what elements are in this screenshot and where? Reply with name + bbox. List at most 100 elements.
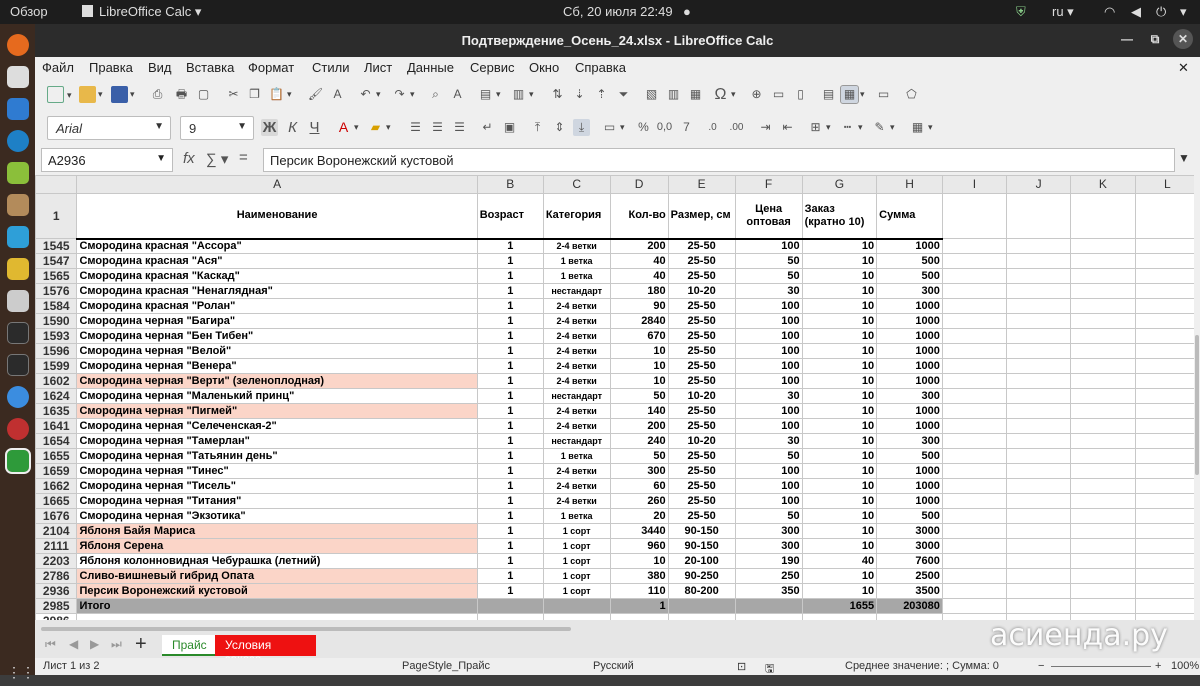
cell[interactable] <box>941 343 1008 359</box>
cell[interactable] <box>1070 493 1136 509</box>
comment-icon[interactable]: ▭ <box>770 86 787 103</box>
cell[interactable] <box>1134 418 1200 434</box>
terminal-2-icon[interactable] <box>7 354 29 376</box>
cell-qty[interactable]: 670 <box>609 328 669 344</box>
cell-name[interactable]: Смородина черная "Венера" <box>76 358 478 374</box>
close-icon[interactable]: ✕ <box>1173 29 1193 49</box>
cell-sum[interactable]: 1000 <box>876 493 943 509</box>
underline-icon[interactable]: Ч <box>306 119 323 136</box>
app-menu[interactable]: LibreOffice Calc ▾ <box>82 4 201 20</box>
cell-header-order[interactable]: Заказ (кратно 10) <box>801 193 878 240</box>
cell-name[interactable]: Смородина черная "Тинес" <box>76 463 478 479</box>
clock[interactable]: Сб, 20 июля 22:49 <box>563 4 673 19</box>
cell[interactable] <box>941 583 1008 599</box>
cell-qty[interactable]: 40 <box>609 268 669 284</box>
column-header-j[interactable]: J <box>1006 175 1072 194</box>
chevron-down-icon[interactable]: ▾ <box>1180 4 1187 20</box>
cell[interactable] <box>1070 418 1136 434</box>
header-footer-icon[interactable]: ▯ <box>792 86 809 103</box>
show-draw-functions-icon[interactable]: ⬠ <box>903 86 920 103</box>
row-header[interactable]: 1624 <box>35 388 78 404</box>
cell[interactable] <box>1070 388 1136 404</box>
cell[interactable] <box>941 553 1008 569</box>
cell-name[interactable]: Смородина красная "Ася" <box>76 253 478 269</box>
cell-price[interactable]: 100 <box>734 418 803 434</box>
cell-age[interactable]: 1 <box>476 268 544 284</box>
cell[interactable] <box>1006 553 1072 569</box>
wifi-icon[interactable]: ◠ <box>1104 4 1115 20</box>
cell[interactable] <box>941 313 1008 329</box>
cell[interactable] <box>941 403 1008 419</box>
cell[interactable] <box>941 478 1008 494</box>
cell[interactable] <box>1006 463 1072 479</box>
cell-qty[interactable]: 50 <box>609 448 669 464</box>
close-document-icon[interactable]: ✕ <box>1178 60 1189 76</box>
cell[interactable] <box>1006 523 1072 539</box>
row-header[interactable]: 1596 <box>35 343 78 359</box>
cell-order[interactable]: 10 <box>801 403 878 419</box>
cell[interactable] <box>1134 253 1200 269</box>
sort-icon[interactable]: ⇅ <box>549 86 566 103</box>
spreadsheet-grid[interactable]: A B C D E F G H I J K L 1 Наименование В… <box>35 175 1200 620</box>
cell-size[interactable]: 90-250 <box>667 568 736 584</box>
cell-qty[interactable]: 3440 <box>609 523 669 539</box>
menu-styles[interactable]: Стили <box>312 60 349 75</box>
wrap-text-icon[interactable]: ↵ <box>479 119 496 136</box>
cell-size[interactable]: 10-20 <box>667 388 736 404</box>
cell-qty[interactable]: 20 <box>609 508 669 524</box>
cell-size[interactable]: 25-50 <box>667 343 736 359</box>
cell[interactable] <box>1070 553 1136 569</box>
cell-qty[interactable]: 110 <box>609 583 669 599</box>
column-header-g[interactable]: G <box>801 175 878 194</box>
cell-price[interactable]: 50 <box>734 448 803 464</box>
cell[interactable] <box>1070 508 1136 524</box>
cell-price[interactable]: 300 <box>734 538 803 554</box>
cell-age[interactable]: 1 <box>476 298 544 314</box>
cell-name[interactable]: Смородина черная "Пигмей" <box>76 403 478 419</box>
cell[interactable] <box>1134 358 1200 374</box>
vertical-scroll-thumb[interactable] <box>1195 335 1199 475</box>
cell-sum[interactable]: 1000 <box>876 238 943 254</box>
cell-price[interactable]: 30 <box>734 433 803 449</box>
cell-size[interactable]: 25-50 <box>667 463 736 479</box>
cell[interactable] <box>1070 193 1136 239</box>
cell-name[interactable]: Яблоня Байя Мариса <box>76 523 478 539</box>
cell-sum[interactable]: 3000 <box>876 538 943 554</box>
cell[interactable] <box>1134 313 1200 329</box>
cell-sum[interactable]: 1000 <box>876 358 943 374</box>
sheet-tab-order-conditions[interactable]: Условия заказа <box>215 635 316 666</box>
zoom-slider[interactable] <box>1051 666 1151 667</box>
row-header[interactable]: 2985 <box>35 598 78 614</box>
cell-order[interactable]: 10 <box>801 538 878 554</box>
files-icon[interactable] <box>7 66 29 88</box>
cell[interactable] <box>1134 538 1200 554</box>
cell-qty[interactable]: 200 <box>609 418 669 434</box>
cell-name[interactable]: Смородина черная "Тисель" <box>76 478 478 494</box>
cell[interactable] <box>941 433 1008 449</box>
cell-price[interactable]: 250 <box>734 568 803 584</box>
cell[interactable] <box>1134 238 1200 254</box>
cell-age[interactable]: 1 <box>476 418 544 434</box>
align-center-icon[interactable]: ☰ <box>429 119 446 136</box>
cell-age[interactable]: 1 <box>476 568 544 584</box>
cell-size[interactable]: 25-50 <box>667 313 736 329</box>
row-header[interactable]: 1662 <box>35 478 78 494</box>
cell-qty[interactable]: 240 <box>609 433 669 449</box>
cell-name[interactable]: Смородина красная "Ненаглядная" <box>76 283 478 299</box>
cell-qty[interactable]: 90 <box>609 298 669 314</box>
calc-icon[interactable] <box>5 448 31 474</box>
cell-order[interactable]: 10 <box>801 478 878 494</box>
row-header[interactable]: 1547 <box>35 253 78 269</box>
cell[interactable] <box>1006 493 1072 509</box>
expand-formula-bar-icon[interactable]: ▼ <box>1178 151 1190 165</box>
row-header[interactable]: 1565 <box>35 268 78 284</box>
cell-category[interactable]: 2-4 ветки <box>542 343 611 359</box>
cell-name[interactable]: Смородина черная "Маленький принц" <box>76 388 478 404</box>
cell-header-qty[interactable]: Кол-во <box>609 193 669 240</box>
cell[interactable] <box>1070 403 1136 419</box>
cell[interactable] <box>941 523 1008 539</box>
cell-name[interactable]: Смородина черная "Экзотика" <box>76 508 478 524</box>
cell[interactable] <box>1006 598 1072 614</box>
cell-order[interactable]: 10 <box>801 418 878 434</box>
cell-size[interactable]: 25-50 <box>667 448 736 464</box>
